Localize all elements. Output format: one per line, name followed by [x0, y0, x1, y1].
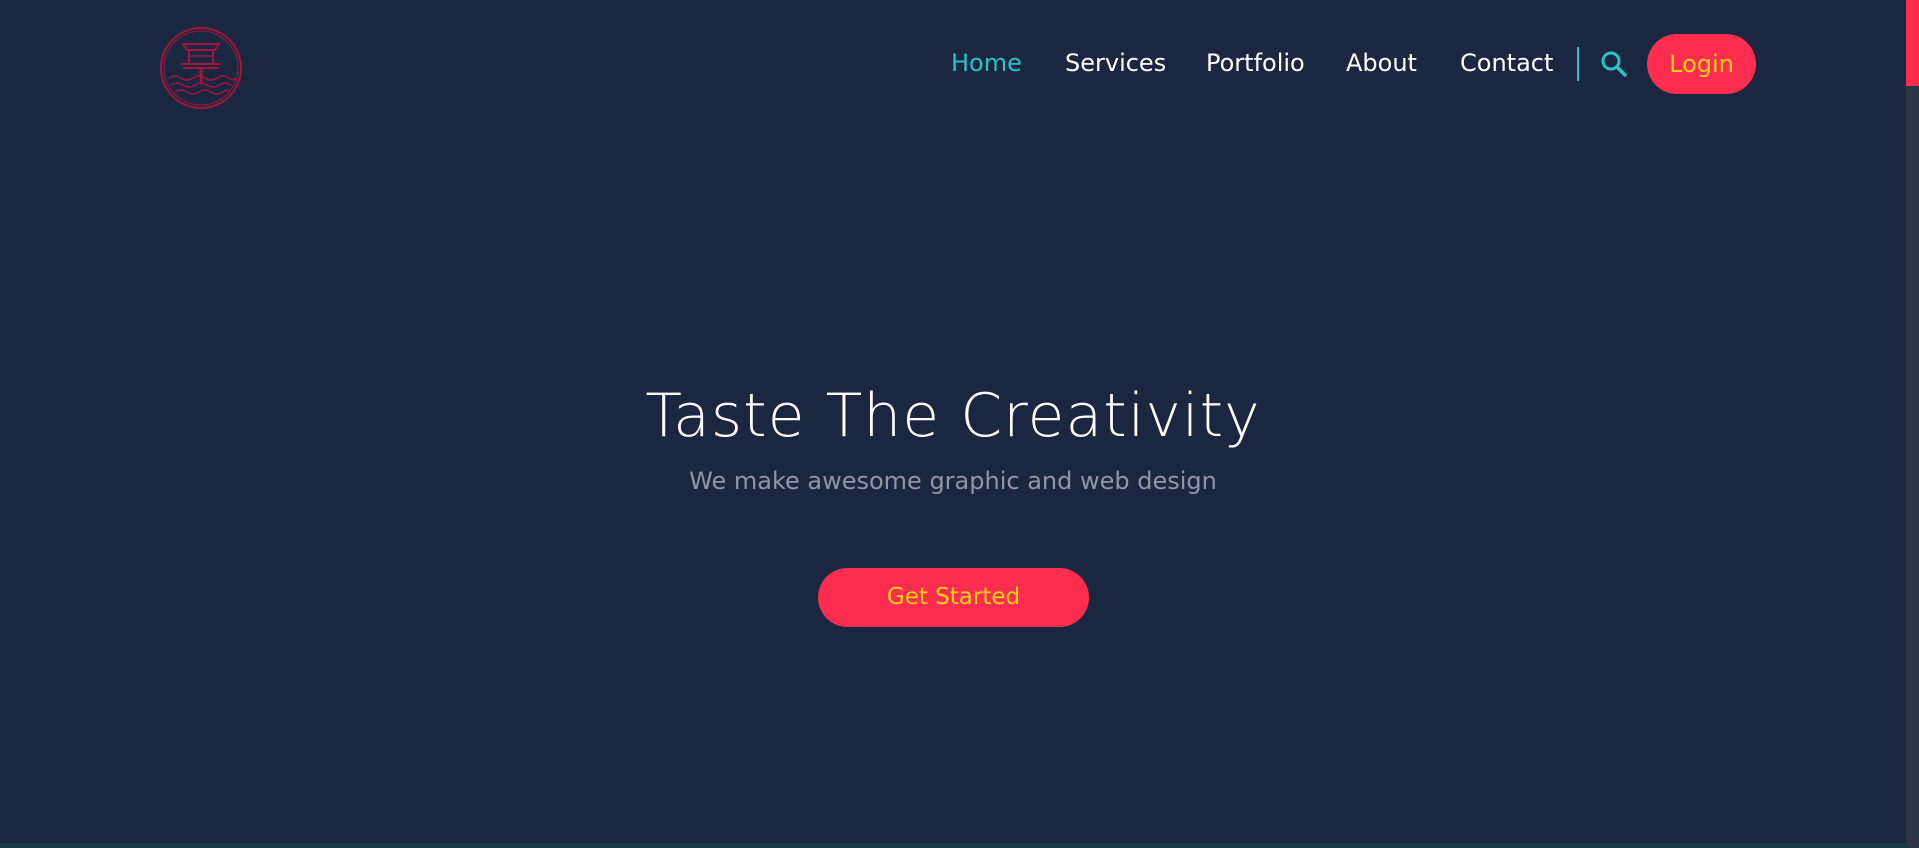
nav-contact-link[interactable]: Contact	[1460, 49, 1553, 77]
nav-about-link[interactable]: About	[1346, 49, 1417, 77]
page: Home Services Portfolio About Contact Lo…	[0, 0, 1919, 848]
hero-title: Taste The Creativity	[645, 381, 1261, 451]
temple-waves-logo-icon	[160, 27, 242, 109]
search-icon[interactable]	[1600, 50, 1628, 78]
site-logo[interactable]	[159, 26, 243, 110]
bottom-edge	[0, 843, 1906, 848]
scrollbar-thumb[interactable]	[1906, 0, 1919, 86]
page-scrollbar[interactable]	[1906, 0, 1919, 848]
nav-divider	[1577, 47, 1579, 81]
get-started-button[interactable]: Get Started	[818, 568, 1089, 627]
nav-services-link[interactable]: Services	[1065, 49, 1166, 77]
hero-subtitle: We make awesome graphic and web design	[689, 467, 1217, 495]
nav-home-link[interactable]: Home	[951, 49, 1022, 77]
nav-portfolio-link[interactable]: Portfolio	[1206, 49, 1305, 77]
login-button[interactable]: Login	[1647, 34, 1756, 94]
